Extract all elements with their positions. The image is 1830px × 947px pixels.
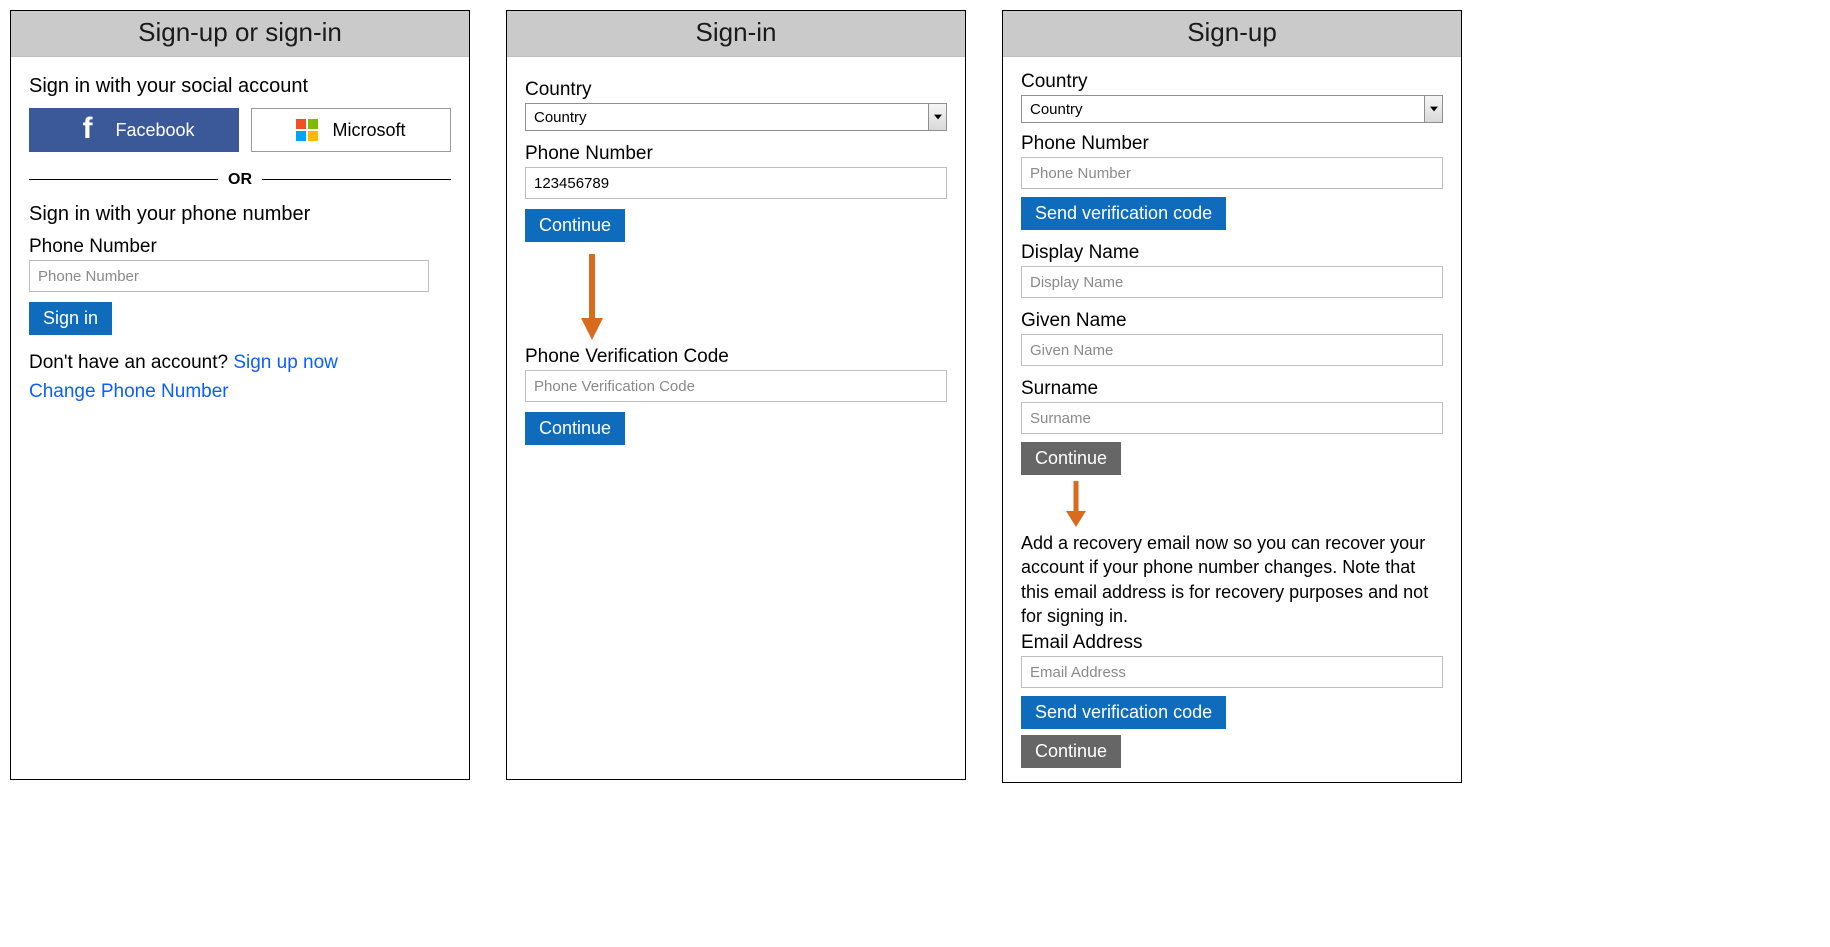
no-account-text: Don't have an account? — [29, 352, 233, 373]
email-label: Email Address — [1021, 632, 1443, 654]
display-name-input[interactable]: Display Name — [1021, 266, 1443, 298]
phone-input[interactable]: Phone Number — [1021, 157, 1443, 189]
country-label: Country — [1021, 71, 1443, 93]
phone-input[interactable]: 123456789 — [525, 167, 947, 199]
continue-button-2[interactable]: Continue — [1021, 735, 1121, 768]
country-select-value: Country — [534, 109, 587, 126]
verify-code-input[interactable]: Phone Verification Code — [525, 370, 947, 402]
panel-title: Sign-up or sign-in — [11, 11, 469, 57]
or-text: OR — [228, 171, 252, 189]
social-signin-label: Sign in with your social account — [29, 75, 451, 98]
given-name-input[interactable]: Given Name — [1021, 334, 1443, 366]
phone-signin-label: Sign in with your phone number — [29, 203, 451, 226]
email-input[interactable]: Email Address — [1021, 656, 1443, 688]
surname-input[interactable]: Surname — [1021, 402, 1443, 434]
panel-signup-or-signin: Sign-up or sign-in Sign in with your soc… — [10, 10, 470, 780]
facebook-button-label: Facebook — [115, 120, 194, 141]
panel-signin: Sign-in Country Country Phone Number 123… — [506, 10, 966, 780]
country-select[interactable]: Country — [525, 103, 947, 131]
change-phone-link[interactable]: Change Phone Number — [29, 381, 229, 402]
flow-arrow-icon — [525, 254, 947, 342]
flow-arrow-icon — [1021, 481, 1443, 529]
given-name-label: Given Name — [1021, 310, 1443, 332]
continue-button-2[interactable]: Continue — [525, 412, 625, 445]
panel-title: Sign-in — [507, 11, 965, 57]
signup-now-link[interactable]: Sign up now — [233, 352, 338, 373]
country-label: Country — [525, 79, 947, 101]
chevron-down-icon — [928, 104, 946, 130]
verify-code-label: Phone Verification Code — [525, 346, 947, 368]
chevron-down-icon — [1424, 96, 1442, 122]
facebook-icon: f — [73, 114, 101, 146]
microsoft-button[interactable]: Microsoft — [251, 108, 451, 152]
phone-field-label: Phone Number — [29, 236, 451, 258]
phone-label: Phone Number — [1021, 133, 1443, 155]
or-divider: OR — [29, 170, 451, 189]
recovery-email-note: Add a recovery email now so you can reco… — [1021, 531, 1443, 628]
panel-signup: Sign-up Country Country Phone Number Pho… — [1002, 10, 1462, 783]
send-verification-button[interactable]: Send verification code — [1021, 197, 1226, 230]
display-name-label: Display Name — [1021, 242, 1443, 264]
continue-button-1[interactable]: Continue — [525, 209, 625, 242]
microsoft-button-label: Microsoft — [332, 120, 405, 141]
continue-button-1[interactable]: Continue — [1021, 442, 1121, 475]
surname-label: Surname — [1021, 378, 1443, 400]
send-verification-button-2[interactable]: Send verification code — [1021, 696, 1226, 729]
panel-title: Sign-up — [1003, 11, 1461, 57]
country-select-value: Country — [1030, 101, 1083, 118]
microsoft-icon — [296, 119, 318, 141]
signin-button[interactable]: Sign in — [29, 302, 112, 335]
phone-input[interactable]: Phone Number — [29, 260, 429, 292]
facebook-button[interactable]: f Facebook — [29, 108, 239, 152]
phone-label: Phone Number — [525, 143, 947, 165]
country-select[interactable]: Country — [1021, 95, 1443, 123]
